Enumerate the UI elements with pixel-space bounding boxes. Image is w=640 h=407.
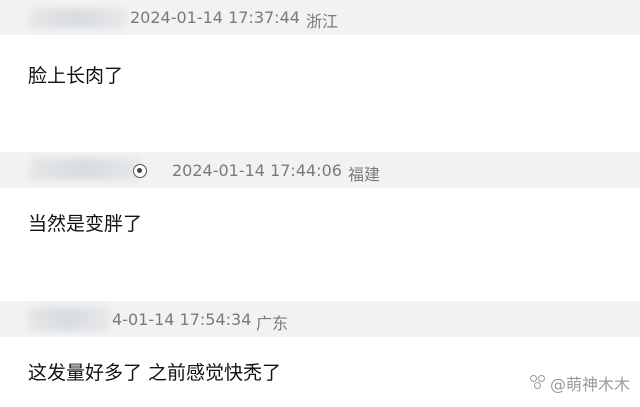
comment-timestamp: 2024-01-14 17:37:44 — [130, 8, 300, 27]
watermark-logo-icon — [529, 375, 546, 391]
comment-screenshot: 2024-01-14 17:37:44 浙江 脸上长肉了 2024-01-14 … — [0, 0, 640, 407]
comment-timestamp: 4-01-14 17:54:34 — [112, 310, 252, 329]
avatar-badge-icon — [133, 164, 147, 178]
blurred-username — [28, 307, 110, 331]
comment-meta-row: 2024-01-14 17:44:06 福建 — [0, 152, 640, 188]
watermark: @萌神木木 — [529, 371, 630, 395]
comment-location: 浙江 — [306, 12, 339, 31]
blurred-username — [30, 8, 126, 28]
blurred-username — [30, 158, 140, 180]
comment-location: 福建 — [348, 165, 381, 184]
comment-location: 广东 — [256, 314, 289, 333]
comment-text: 这发量好多了 之前感觉快秃了 — [28, 362, 282, 384]
comment-meta-row: 2024-01-14 17:37:44 浙江 — [0, 0, 640, 35]
comment-text: 当然是变胖了 — [28, 213, 143, 235]
comment-meta-row: 4-01-14 17:54:34 广东 — [0, 301, 640, 337]
comment-text: 脸上长肉了 — [28, 65, 124, 87]
watermark-text: @萌神木木 — [549, 375, 630, 394]
comment-timestamp: 2024-01-14 17:44:06 — [172, 161, 342, 180]
